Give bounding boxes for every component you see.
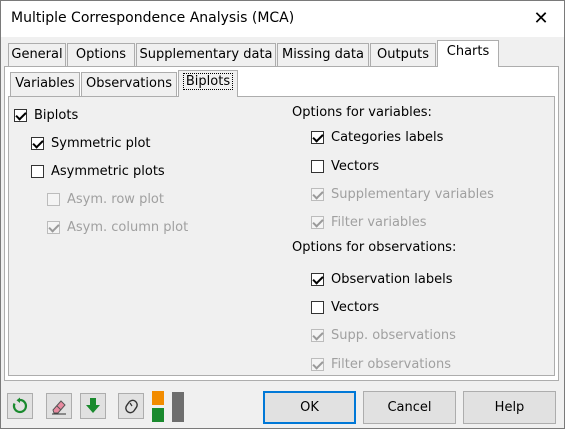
- checkbox-box[interactable]: [14, 109, 27, 122]
- tab-options[interactable]: Options: [67, 43, 135, 67]
- subtab-biplots[interactable]: Biplots: [178, 70, 238, 97]
- close-icon[interactable]: ✕: [518, 1, 564, 37]
- biplots-checkbox[interactable]: Biplots: [14, 108, 78, 123]
- variables-options-heading: Options for variables:: [292, 105, 432, 120]
- tab-supplementary-data[interactable]: Supplementary data: [136, 43, 276, 67]
- asym-row-plot-checkbox: Asym. row plot: [47, 192, 164, 207]
- observation-labels-checkbox[interactable]: Observation labels: [311, 272, 453, 287]
- checkbox-box: [311, 188, 324, 201]
- subtab-observations[interactable]: Observations: [81, 72, 177, 96]
- checkbox-box[interactable]: [31, 137, 44, 150]
- mouse-icon[interactable]: [118, 393, 144, 419]
- ok-button[interactable]: OK: [263, 391, 356, 424]
- subtab-variables[interactable]: Variables: [10, 72, 80, 96]
- tab-general[interactable]: General: [8, 43, 66, 67]
- help-button[interactable]: Help: [463, 391, 556, 424]
- observations-options-heading: Options for observations:: [292, 240, 457, 255]
- filter-observations-checkbox: Filter observations: [311, 357, 451, 372]
- window-title: Multiple Correspondence Analysis (MCA): [11, 10, 295, 26]
- variables-vectors-checkbox[interactable]: Vectors: [311, 159, 379, 174]
- checkbox-box[interactable]: [311, 301, 324, 314]
- splitter-handle[interactable]: [172, 392, 184, 422]
- asymmetric-plots-checkbox[interactable]: Asymmetric plots: [31, 164, 165, 179]
- down-arrow-icon[interactable]: [80, 393, 106, 419]
- refresh-icon[interactable]: [7, 393, 33, 419]
- tab-charts[interactable]: Charts: [437, 40, 499, 67]
- symmetric-plot-checkbox[interactable]: Symmetric plot: [31, 136, 151, 151]
- layout-toggle-icon[interactable]: [152, 391, 166, 423]
- supp-observations-checkbox: Supp. observations: [311, 328, 456, 343]
- checkbox-box: [311, 216, 324, 229]
- tab-outputs[interactable]: Outputs: [370, 43, 436, 67]
- observations-vectors-checkbox[interactable]: Vectors: [311, 300, 379, 315]
- checkbox-box: [47, 193, 60, 206]
- cancel-button[interactable]: Cancel: [363, 391, 456, 424]
- supplementary-variables-checkbox: Supplementary variables: [311, 187, 494, 202]
- checkbox-box[interactable]: [311, 273, 324, 286]
- categories-labels-checkbox[interactable]: Categories labels: [311, 130, 443, 145]
- checkbox-box[interactable]: [311, 131, 324, 144]
- title-bar: Multiple Correspondence Analysis (MCA) ✕: [1, 1, 564, 37]
- checkbox-box: [311, 329, 324, 342]
- filter-variables-checkbox: Filter variables: [311, 215, 427, 230]
- checkbox-box: [47, 221, 60, 234]
- checkbox-box[interactable]: [311, 160, 324, 173]
- checkbox-box[interactable]: [31, 165, 44, 178]
- asym-column-plot-checkbox: Asym. column plot: [47, 220, 188, 235]
- eraser-icon[interactable]: [46, 393, 72, 419]
- tab-missing-data[interactable]: Missing data: [277, 43, 369, 67]
- checkbox-box: [311, 358, 324, 371]
